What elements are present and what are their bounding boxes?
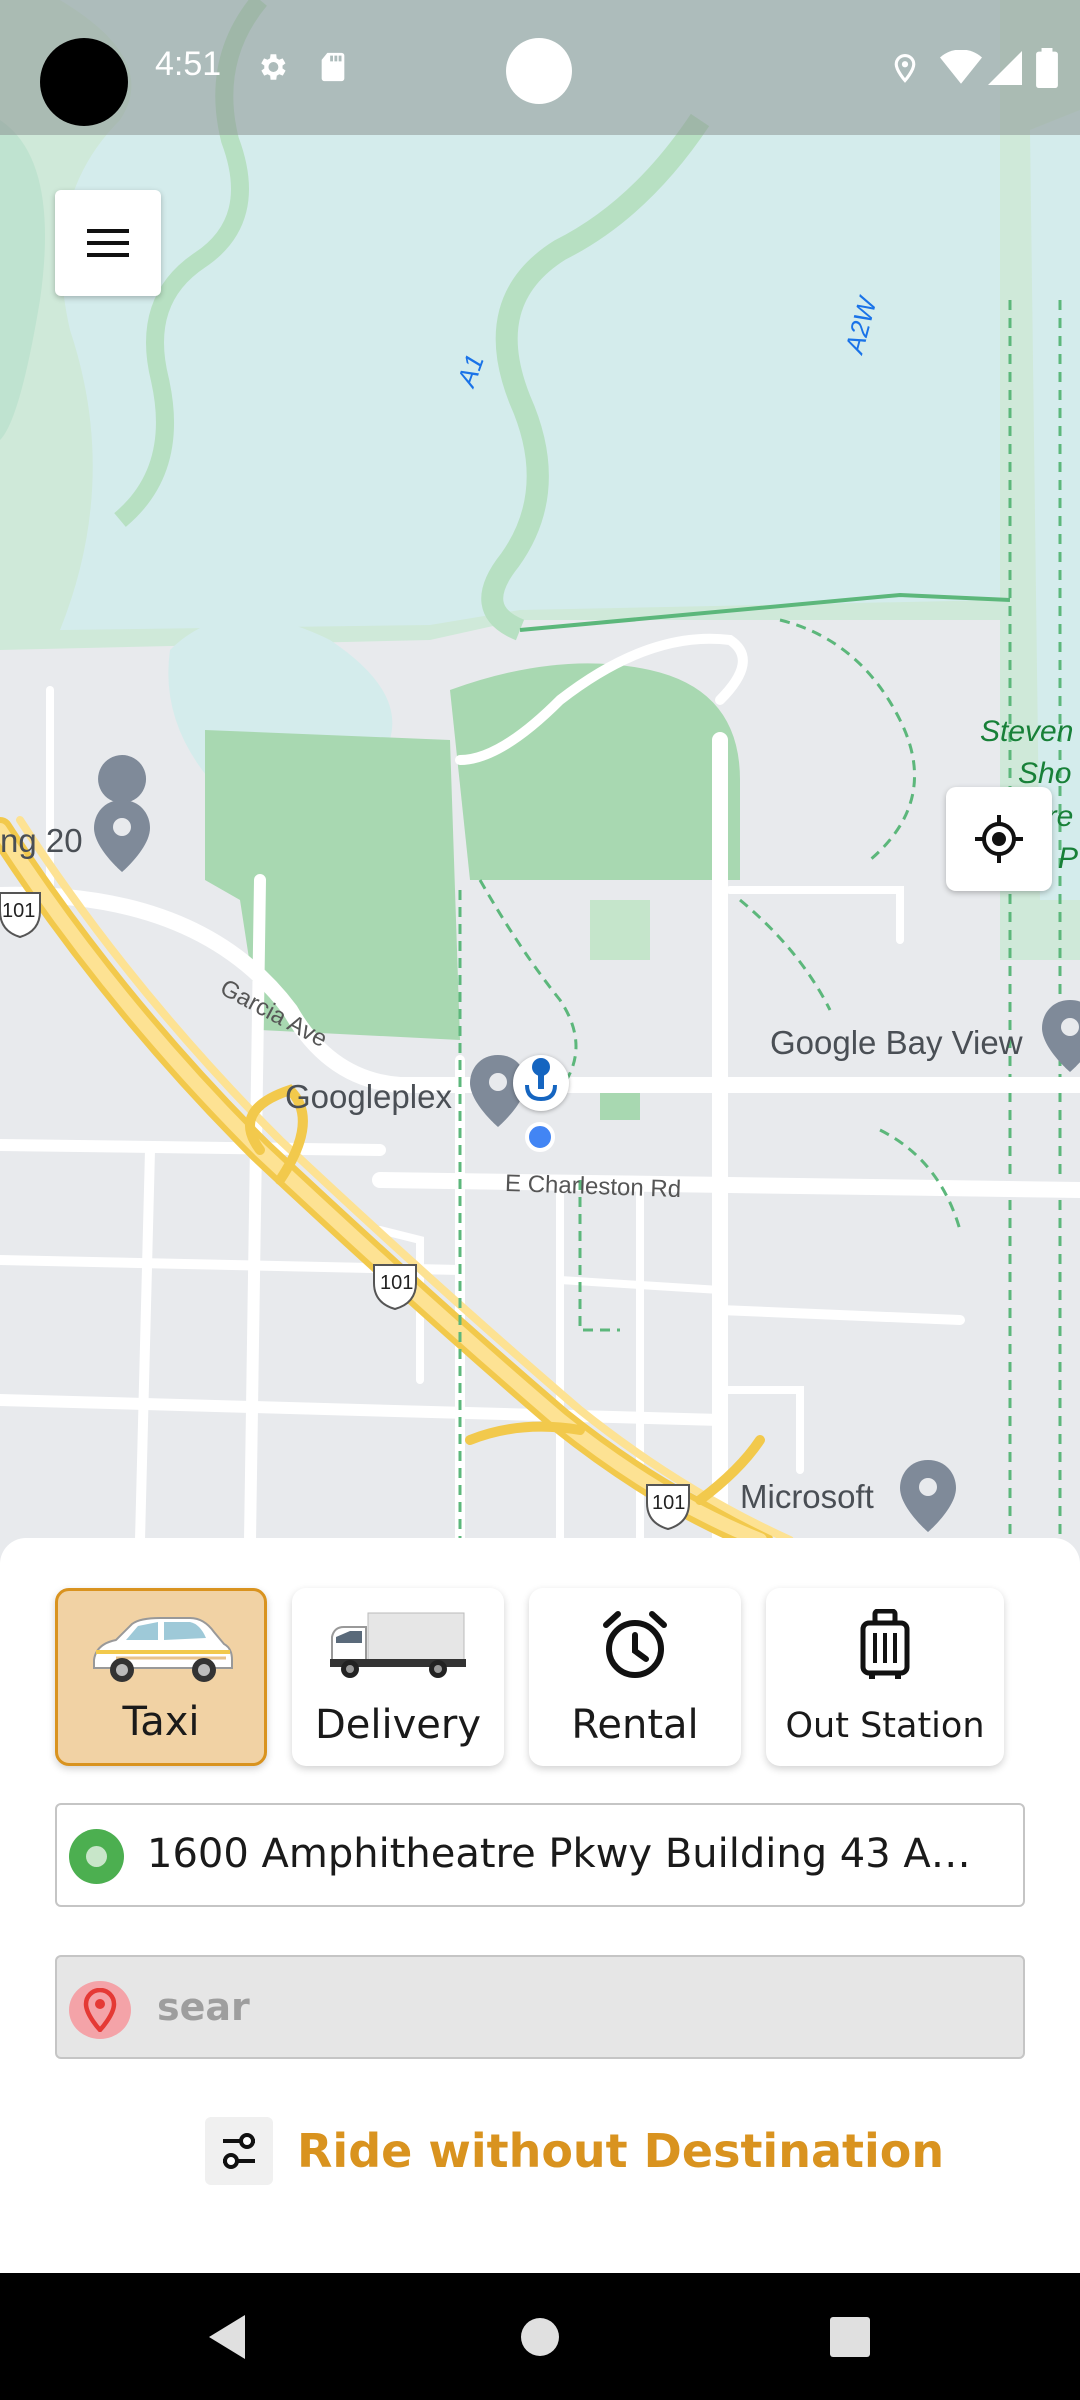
map-view[interactable]: Googleplex Google Bay View Microsoft ng … xyxy=(0,0,1080,1560)
wifi-icon xyxy=(940,50,982,84)
map-label-stevens-creek: Steven xyxy=(980,715,1074,748)
home-nav-icon[interactable] xyxy=(520,2317,560,2357)
my-location-button[interactable] xyxy=(946,787,1052,891)
pickup-location-field[interactable]: 1600 Amphitheatre Pkwy Building 43 Amp..… xyxy=(55,1803,1025,1907)
map-label-googleplex: Googleplex xyxy=(285,1078,452,1115)
hwy-101-label: 101 xyxy=(380,1272,414,1294)
service-taxi-button[interactable]: Taxi xyxy=(55,1588,267,1766)
pin-marker-icon xyxy=(525,1058,557,1102)
service-taxi-label: Taxi xyxy=(122,1699,200,1745)
recents-nav-icon[interactable] xyxy=(830,2317,870,2357)
location-icon xyxy=(894,53,916,83)
map-canvas xyxy=(0,0,1080,1560)
pickup-dot-icon xyxy=(69,1829,124,1884)
menu-button[interactable] xyxy=(55,190,161,296)
hwy-101-label: 101 xyxy=(652,1492,686,1514)
status-bar: 4:51 xyxy=(0,0,1080,135)
current-location-marker xyxy=(513,1055,569,1111)
service-rental-label: Rental xyxy=(571,1702,699,1748)
service-out-station-button[interactable]: Out Station xyxy=(766,1588,1004,1766)
destination-field[interactable] xyxy=(55,1955,1025,2059)
map-label-stevens-creek: P xyxy=(1058,842,1079,875)
map-label-google-bay-view: Google Bay View xyxy=(770,1024,1023,1061)
truck-icon xyxy=(330,1612,466,1678)
route-toggle-icon xyxy=(205,2117,273,2185)
ride-without-destination-label: Ride without Destination xyxy=(297,2124,945,2178)
camera-cutout xyxy=(40,38,128,126)
service-delivery-button[interactable]: Delivery xyxy=(292,1588,504,1766)
battery-icon xyxy=(1036,48,1058,88)
front-camera xyxy=(506,38,572,104)
system-nav-bar xyxy=(0,2273,1080,2400)
status-time: 4:51 xyxy=(155,45,222,83)
back-nav-icon[interactable] xyxy=(205,2313,249,2361)
taxi-icon xyxy=(93,1617,233,1682)
hwy-101-label: 101 xyxy=(2,900,36,922)
ride-without-destination-button[interactable]: Ride without Destination xyxy=(205,2116,944,2186)
sd-card-icon xyxy=(321,52,345,82)
pickup-address: 1600 Amphitheatre Pkwy Building 43 Amp..… xyxy=(147,1831,1007,1877)
luggage-icon xyxy=(860,1609,910,1679)
service-rental-button[interactable]: Rental xyxy=(529,1588,741,1766)
map-label-stevens-creek: Sho xyxy=(1018,757,1072,790)
destination-search-input[interactable] xyxy=(157,1977,997,2037)
map-label-building-20: ng 20 xyxy=(0,822,83,859)
signal-icon xyxy=(988,51,1022,85)
crosshair-locate-icon xyxy=(975,815,1023,863)
settings-icon xyxy=(261,54,286,80)
service-delivery-label: Delivery xyxy=(314,1702,482,1748)
map-label-microsoft: Microsoft xyxy=(740,1478,874,1515)
booking-sheet: Taxi Delivery Rental Out Station 1600 Am… xyxy=(0,1538,1080,2273)
service-out-station-label: Out Station xyxy=(785,1706,985,1746)
app-screen: Googleplex Google Bay View Microsoft ng … xyxy=(0,0,1080,2400)
alarm-clock-icon xyxy=(603,1611,667,1678)
destination-pin-icon xyxy=(69,1981,131,2039)
hamburger-menu-icon xyxy=(87,229,129,257)
